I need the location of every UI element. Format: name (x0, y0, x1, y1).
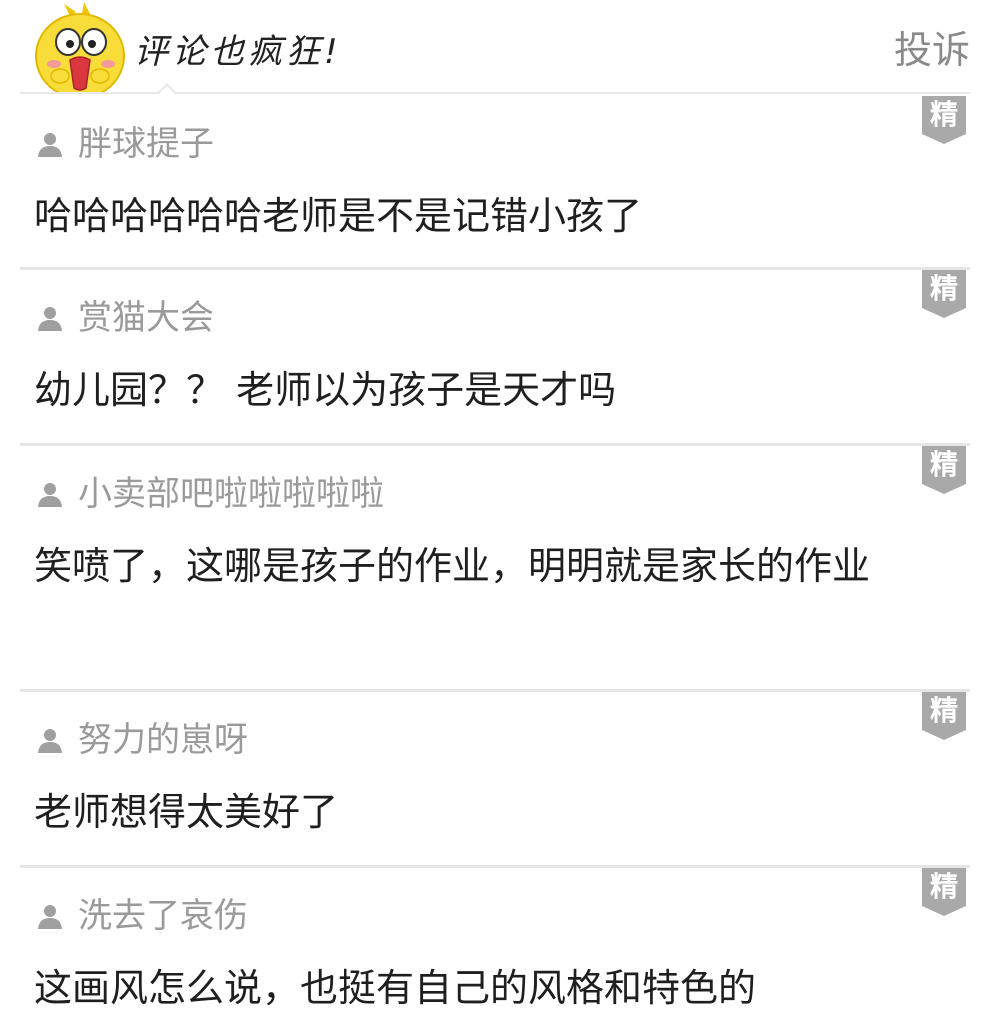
comment-username: 洗去了哀伤 (78, 896, 248, 936)
comment-text: 哈哈哈哈哈哈老师是不是记错小孩了 (34, 194, 643, 238)
comment-author[interactable]: 胖球提子 (36, 122, 214, 166)
comment-item: 精 洗去了哀伤 这画风怎么说，也挺有自己的风格和特色的 (20, 868, 970, 1014)
comment-author[interactable]: 洗去了哀伤 (36, 894, 248, 938)
comment-item: 精 胖球提子 哈哈哈哈哈哈老师是不是记错小孩了 (20, 96, 970, 270)
featured-badge: 精 (922, 96, 966, 144)
comment-item: 精 赏猫大会 幼儿园？？ 老师以为孩子是天才吗 (20, 270, 970, 446)
comment-author[interactable]: 赏猫大会 (36, 296, 214, 340)
featured-badge: 精 (922, 868, 966, 916)
comment-author[interactable]: 小卖部吧啦啦啦啦啦 (36, 472, 384, 516)
comment-item: 精 努力的崽呀 老师想得太美好了 (20, 692, 970, 868)
person-icon (38, 729, 62, 753)
section-title: 评论也疯狂! (134, 32, 342, 72)
comment-text: 幼儿园？？ 老师以为孩子是天才吗 (34, 368, 617, 412)
comment-username: 胖球提子 (78, 124, 214, 164)
comment-item: 精 小卖部吧啦啦啦啦啦 笑喷了，这哪是孩子的作业，明明就是家长的作业 (20, 446, 970, 692)
featured-badge-label: 精 (929, 870, 958, 903)
featured-badge-label: 精 (929, 694, 958, 727)
featured-badge: 精 (922, 270, 966, 318)
featured-badge: 精 (922, 446, 966, 494)
comment-username: 赏猫大会 (78, 298, 214, 338)
featured-badge-label: 精 (929, 98, 958, 131)
comment-text: 这画风怎么说，也挺有自己的风格和特色的 (34, 966, 757, 1010)
featured-badge: 精 (922, 692, 966, 740)
report-button[interactable]: 投诉 (894, 24, 970, 76)
comment-author[interactable]: 努力的崽呀 (36, 718, 248, 762)
person-icon (38, 307, 62, 331)
comment-username: 小卖部吧啦啦啦啦啦 (78, 474, 384, 514)
featured-badge-label: 精 (929, 272, 958, 305)
person-icon (38, 905, 62, 929)
yellow-chick-mascot-icon (30, 2, 130, 99)
featured-badge-label: 精 (929, 448, 958, 481)
comments-header: 评论也疯狂! 投诉 (0, 0, 990, 99)
person-icon (38, 483, 62, 507)
comment-text: 笑喷了，这哪是孩子的作业，明明就是家长的作业 (34, 544, 871, 588)
comment-username: 努力的崽呀 (78, 720, 248, 760)
comment-text: 老师想得太美好了 (34, 790, 339, 834)
person-icon (38, 133, 62, 157)
